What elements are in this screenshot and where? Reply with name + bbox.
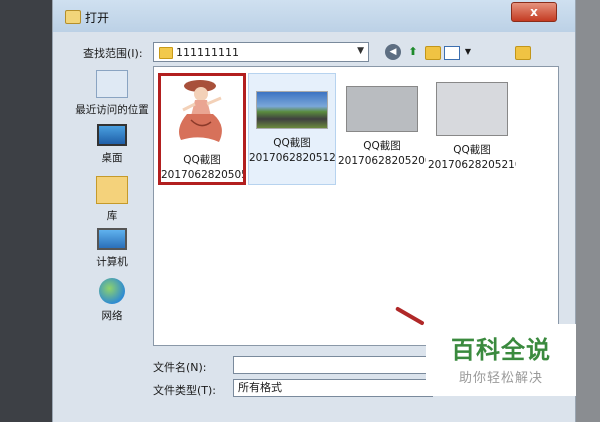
up-folder-icon[interactable]: ⬆ <box>405 44 421 60</box>
chevron-down-icon[interactable]: ▼ <box>357 46 364 56</box>
file-date: 20170628205200… <box>338 155 426 167</box>
window-title: 打开 <box>85 11 110 25</box>
place-label: 最近访问的位置 <box>75 104 149 116</box>
computer-icon <box>97 228 127 250</box>
place-label: 网络 <box>101 310 123 322</box>
view-menu-chevron-icon[interactable]: ▼ <box>460 44 476 60</box>
background-left <box>0 0 52 422</box>
network-icon <box>99 278 125 304</box>
folder-icon <box>159 47 173 59</box>
file-date: 2017062820512… <box>249 152 335 164</box>
watermark-subtitle: 助你轻松解决 <box>458 371 543 386</box>
desktop-icon <box>97 124 127 146</box>
look-in-value: 111111111 <box>176 46 239 59</box>
image-thumbnail <box>167 76 237 146</box>
image-thumbnail <box>346 86 418 132</box>
place-label: 桌面 <box>101 152 123 164</box>
place-label: 库 <box>106 210 118 222</box>
background-right <box>576 0 600 422</box>
file-item[interactable]: QQ截图 2017062820505… <box>158 73 246 185</box>
file-name-label: 文件名(N): <box>153 361 207 374</box>
file-type-label: 文件类型(T): <box>153 384 217 397</box>
file-list-pane[interactable]: QQ截图 2017062820505… QQ截图 2017062820512… … <box>153 66 559 346</box>
look-in-label: 查找范围(I): <box>83 47 143 60</box>
watermark-title: 百科全说 <box>451 336 551 364</box>
file-name: QQ截图 <box>453 144 491 156</box>
place-library[interactable]: 库 <box>73 176 151 223</box>
file-item[interactable]: QQ截图 2017062820512… <box>248 73 336 185</box>
folder-open-icon <box>65 10 81 24</box>
file-name: QQ截图 <box>183 154 221 166</box>
look-in-combo[interactable]: 111111111 ▼ <box>153 42 369 62</box>
place-desktop[interactable]: 桌面 <box>73 124 151 165</box>
file-name: QQ截图 <box>363 140 401 152</box>
places-bar: 最近访问的位置 桌面 库 计算机 网络 <box>73 68 151 328</box>
library-icon <box>96 176 128 204</box>
place-network[interactable]: 网络 <box>73 278 151 323</box>
file-item[interactable]: QQ截图 20170628205200… <box>338 73 426 167</box>
file-date: 20170628205210… <box>428 159 516 171</box>
recent-places-icon <box>96 70 128 98</box>
place-computer[interactable]: 计算机 <box>73 228 151 269</box>
file-date: 2017062820505… <box>161 169 243 181</box>
file-name: QQ截图 <box>273 137 311 149</box>
place-recent[interactable]: 最近访问的位置 <box>73 70 151 117</box>
close-button[interactable]: x <box>511 2 557 22</box>
file-type-select[interactable]: 所有格式 <box>233 379 433 397</box>
new-folder-icon[interactable] <box>425 46 441 60</box>
image-thumbnail <box>436 82 508 136</box>
watermark: 百科全说 助你轻松解决 <box>426 324 576 396</box>
view-menu-icon[interactable] <box>444 46 460 60</box>
title-bar[interactable]: 打开 x <box>53 0 575 32</box>
file-name-input[interactable] <box>233 356 433 374</box>
place-label: 计算机 <box>96 256 128 268</box>
folder-options-icon[interactable] <box>515 46 531 60</box>
image-thumbnail <box>256 91 328 129</box>
file-item[interactable]: QQ截图 20170628205210… <box>428 73 516 171</box>
back-icon[interactable]: ◀ <box>385 44 401 60</box>
